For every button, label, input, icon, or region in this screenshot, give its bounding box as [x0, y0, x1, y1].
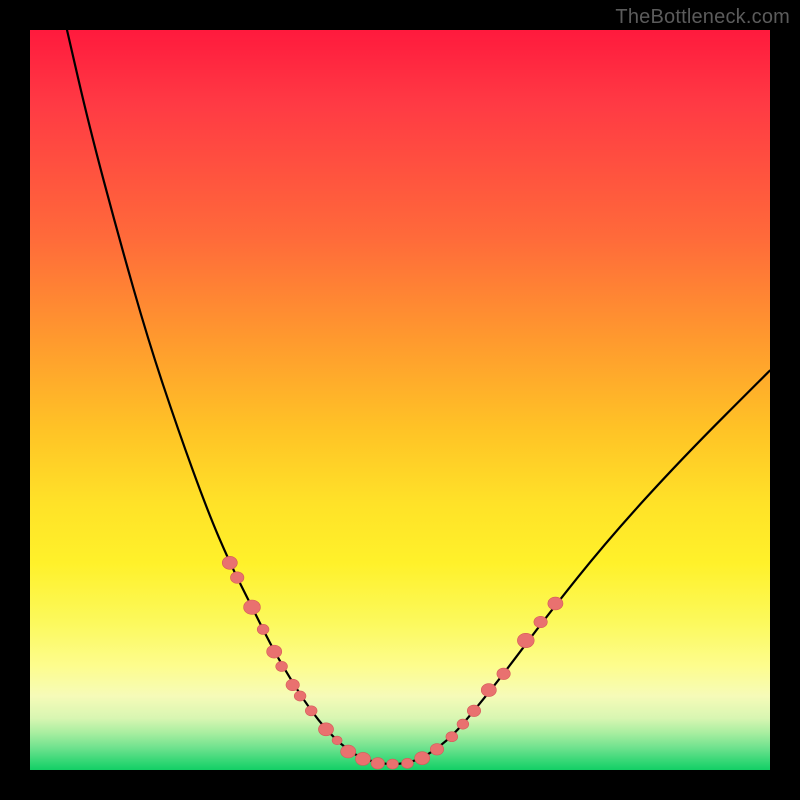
watermark-text: TheBottleneck.com	[615, 6, 790, 29]
marker-point	[430, 744, 443, 756]
marker-point	[257, 624, 269, 634]
marker-point	[267, 645, 282, 658]
marker-point	[387, 759, 399, 769]
plot-area	[30, 30, 770, 770]
marker-point	[286, 679, 299, 691]
marker-point	[341, 745, 356, 758]
chart-svg	[30, 30, 770, 770]
marker-point	[318, 723, 333, 736]
marker-point	[355, 752, 370, 765]
marker-point	[457, 719, 469, 729]
marker-point	[534, 616, 547, 628]
marker-point	[294, 691, 306, 701]
marker-point	[481, 684, 496, 697]
marker-point	[230, 572, 243, 584]
marker-point	[305, 706, 317, 716]
marker-point	[497, 668, 510, 680]
marker-point	[467, 705, 480, 717]
marker-point	[244, 600, 261, 614]
marker-point	[415, 752, 430, 765]
marker-point	[371, 758, 384, 770]
marker-point	[548, 597, 563, 610]
marker-point	[276, 661, 288, 671]
marker-point	[517, 633, 534, 647]
chart-frame: TheBottleneck.com	[0, 0, 800, 800]
marker-point	[402, 758, 414, 768]
marker-point	[332, 736, 342, 745]
marker-point	[446, 732, 458, 742]
marker-point	[222, 556, 237, 569]
bottleneck-curve	[67, 30, 770, 764]
